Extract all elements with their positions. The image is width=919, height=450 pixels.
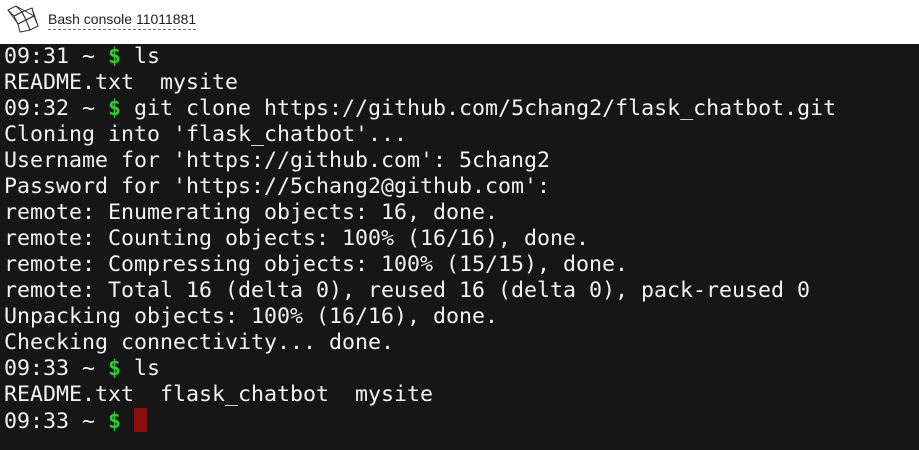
prompt-command: ls [121, 44, 161, 69]
prompt-command: git clone https://github.com/5chang2/fla… [121, 96, 837, 121]
prompt-symbol: $ [108, 356, 122, 381]
terminal-output-line: Checking connectivity... done. [4, 330, 395, 355]
terminal-output-line: Cloning into 'flask_chatbot'... [4, 122, 408, 147]
terminal-output-line: remote: Enumerating objects: 16, done. [4, 200, 499, 225]
terminal-output-line: Unpacking objects: 100% (16/16), done. [4, 304, 499, 329]
terminal-prompt-line: 09:31 ~ $ ls [4, 44, 919, 70]
prompt-time: 09:33 ~ [4, 356, 96, 381]
prompt-time: 09:32 ~ [4, 96, 96, 121]
terminal-output-line: remote: Total 16 (delta 0), reused 16 (d… [4, 278, 811, 303]
prompt-time: 09:31 ~ [4, 44, 96, 69]
terminal-prompt-line: 09:32 ~ $ git clone https://github.com/5… [4, 96, 919, 122]
prompt-command: ls [121, 356, 161, 381]
terminal-output-line: Username for 'https://github.com': 5chan… [4, 148, 551, 173]
terminal-output-line: Password for 'https://5chang2@github.com… [4, 174, 551, 199]
terminal-window[interactable]: 09:31 ~ $ ls README.txt mysite 09:32 ~ $ g… [0, 44, 919, 450]
terminal-prompt-line: 09:33 ~ $ ls [4, 356, 919, 382]
terminal-prompt-line: 09:33 ~ $ [4, 408, 919, 434]
terminal-output-line: README.txt mysite [4, 70, 239, 95]
terminal-cursor [134, 408, 148, 432]
prompt-command [121, 409, 134, 434]
terminal-output-line: remote: Counting objects: 100% (16/16), … [4, 226, 590, 251]
pythonanywhere-logo-icon[interactable] [4, 4, 44, 34]
terminal-output-line: README.txt flask_chatbot mysite [4, 382, 434, 407]
terminal-output-line: remote: Compressing objects: 100% (15/15… [4, 252, 629, 277]
console-title-link[interactable]: Bash console 11011881 [48, 10, 197, 30]
prompt-time: 09:33 ~ [4, 409, 96, 434]
prompt-symbol: $ [108, 44, 122, 69]
prompt-symbol: $ [108, 409, 122, 434]
prompt-symbol: $ [108, 96, 122, 121]
terminal-output: 09:31 ~ $ ls README.txt mysite 09:32 ~ $ g… [4, 44, 919, 434]
console-header: Bash console 11011881 [0, 0, 919, 44]
